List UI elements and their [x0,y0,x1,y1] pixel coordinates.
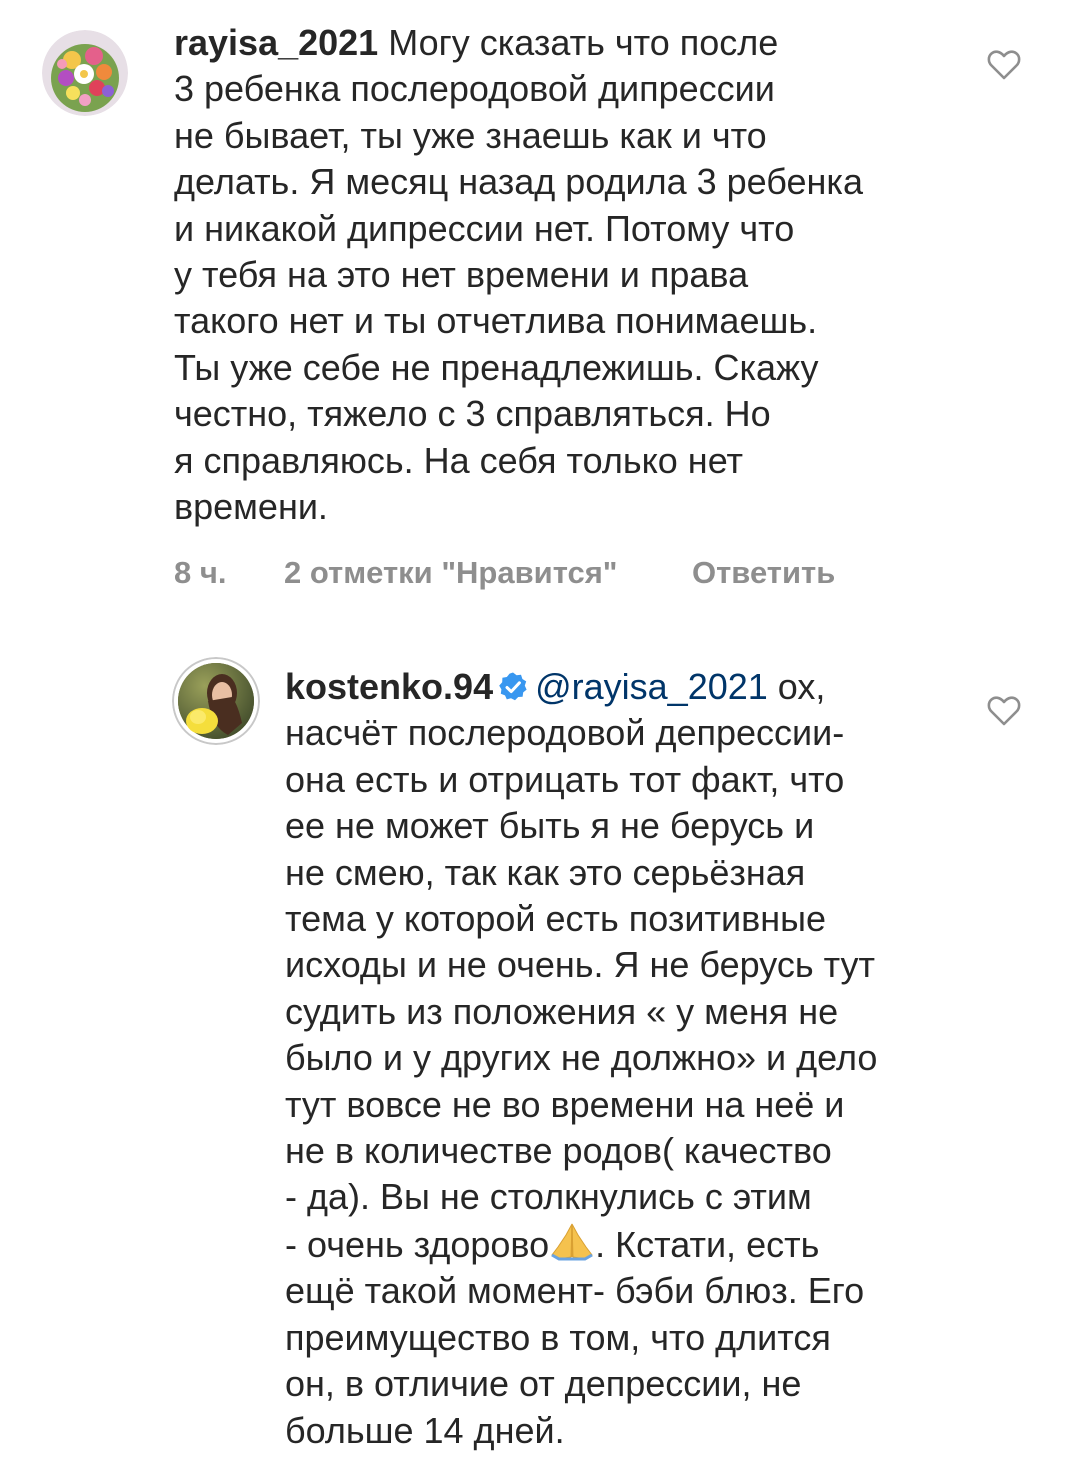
comment-kostenko: kostenko.94 @rayisa_2021 ох, насчёт после… [0,640,1080,1480]
heart-icon[interactable] [987,48,1021,82]
comment-line: он, в отличие от депрессии, не [285,1363,802,1405]
verified-badge-icon [499,672,527,701]
flower-bouquet-avatar-icon [42,30,128,116]
comment-line: времени. [174,486,328,528]
comment-line: такого нет и ты отчетлива понимаешь. [174,300,818,342]
comment-line: судить из положения « у меня не [285,990,839,1032]
comment-line: ее не может быть я не берусь и [285,805,815,847]
comment-line-text: Могу сказать что после [378,22,779,63]
mention-link[interactable]: @rayisa_2021 [535,666,768,707]
comment-line: честно, тяжело с 3 справляться. Но [174,393,771,435]
comment-line: rayisa_2021 Могу сказать что после [174,20,863,66]
comment-line: kostenko.94 @rayisa_2021 ох, [285,664,877,710]
comment-rayisa: rayisa_2021 Могу сказать что после 3 реб… [0,0,1080,620]
comment-line: исходы и не очень. Я не берусь тут [285,944,875,986]
comment-line: было и у других не должно» и дело [285,1037,878,1079]
comment-meta: 8 ч. 2 отметки "Нравится" Ответить [174,555,974,595]
comment-line: я справляюсь. На себя только нет [174,439,744,481]
comment-time: 8 ч. [174,555,227,590]
comment-line: не бывает, ты уже знаешь как и что [174,114,767,156]
heart-icon[interactable] [987,694,1021,728]
comment-line-text: - очень здорово [285,1223,550,1265]
comment-line: у тебя на это нет времени и права [174,254,749,296]
comment-body: rayisa_2021 Могу сказать что после 3 реб… [174,20,863,530]
comment-line: делать. Я месяц назад родила 3 ребенка [174,161,863,203]
comment-line: не смею, так как это серьёзная [285,851,806,893]
folded-hands-emoji-icon [551,1223,593,1261]
reply-button[interactable]: Ответить [692,555,835,591]
comment-line: больше 14 дней. [285,1409,565,1451]
comment-line: насчёт послеродовой депрессии- [285,712,845,754]
comment-line: не в количестве родов( качество [285,1130,832,1172]
comment-body: kostenko.94 @rayisa_2021 ох, насчёт после… [285,664,877,1454]
comment-line: ещё такой момент- бэби блюз. Его [285,1270,865,1312]
woman-portrait-avatar-icon [172,657,260,745]
avatar[interactable] [172,657,260,745]
comment-username[interactable]: kostenko.94 [285,666,493,707]
likes-count-button[interactable]: 2 отметки "Нравится" [284,555,618,591]
comment-line: и никакой дипрессии нет. Потому что [174,207,795,249]
comment-line: Ты уже себе не пренадлежишь. Скажу [174,346,819,388]
comment-username[interactable]: rayisa_2021 [174,22,378,63]
comment-line: - да). Вы не столкнулись с этим [285,1176,812,1218]
comment-line: преимущество в том, что длится [285,1316,831,1358]
comment-line: тут вовсе не во времени на неё и [285,1083,845,1125]
comment-line: - очень здорово . Кстати, есть [285,1221,877,1268]
comment-line-text: ох, [767,666,826,707]
avatar[interactable] [42,30,128,116]
comment-line: 3 ребенка послеродовой дипрессии [174,68,775,110]
comment-line-text: . Кстати, есть [595,1223,820,1265]
comment-line: тема у которой есть позитивные [285,898,827,940]
comment-line: она есть и отрицать тот факт, что [285,758,845,800]
